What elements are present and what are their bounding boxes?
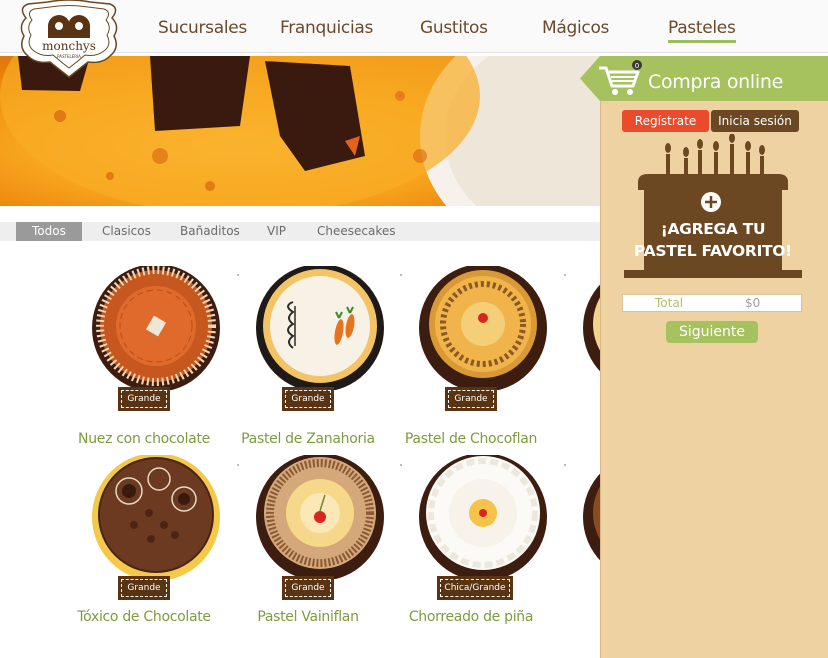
nav-sucursales[interactable]: Sucursales <box>158 18 247 38</box>
product-name[interactable]: Pastel de Chocoflan <box>386 429 556 449</box>
nav-pasteles[interactable]: Pasteles <box>668 18 736 43</box>
grid-dot <box>564 274 566 276</box>
promo-line-2: PASTEL FAVORITO! <box>634 242 792 260</box>
product-name[interactable]: Pastel de Zanahoria <box>223 429 393 449</box>
total-label: Total <box>655 296 684 310</box>
size-badge: Grande <box>118 576 170 600</box>
top-header: Sucursales Franquicias Gustitos Mágicos … <box>0 0 828 53</box>
cake-image <box>419 266 547 390</box>
page-root: Sucursales Franquicias Gustitos Mágicos … <box>0 0 828 658</box>
size-badge: Grande <box>445 387 497 411</box>
size-badge: Grande <box>282 387 334 411</box>
nav-franquicias[interactable]: Franquicias <box>280 18 373 38</box>
product-name[interactable]: Nuez con chocolate <box>59 429 229 449</box>
filter-vip[interactable]: VIP <box>267 222 286 241</box>
grid-dot <box>400 274 402 276</box>
nav-magicos[interactable]: Mágicos <box>542 18 609 38</box>
filter-cheesecakes[interactable]: Cheesecakes <box>317 222 396 241</box>
login-button[interactable]: Inicia sesión <box>711 110 799 132</box>
add-cake-promo: ¡AGREGA TU PASTEL FAVORITO! <box>632 218 794 262</box>
cake-image <box>256 455 384 579</box>
svg-text:PASTELERIA: PASTELERIA <box>57 54 81 59</box>
filter-clasicos[interactable]: Clasicos <box>102 222 151 241</box>
register-button[interactable]: Regístrate <box>622 110 709 132</box>
cake-image <box>92 455 220 579</box>
size-badge: Grande <box>282 576 334 600</box>
promo-line-1: ¡AGREGA TU <box>660 220 766 238</box>
grid-dot <box>237 274 239 276</box>
product-name[interactable]: Tóxico de Chocolate <box>59 607 229 627</box>
logo-wordmark: monchys <box>42 39 96 53</box>
total-value: $0 <box>745 296 761 310</box>
cake-image <box>92 266 220 390</box>
grid-dot <box>400 464 402 466</box>
size-badge: Grande <box>118 387 170 411</box>
filter-banaditos[interactable]: Bañaditos <box>180 222 240 241</box>
filter-todos[interactable]: Todos <box>16 222 82 241</box>
size-badge: Chica/Grande <box>437 576 513 600</box>
hero-banner <box>0 56 600 206</box>
cake-image <box>256 266 384 390</box>
grid-dot <box>237 464 239 466</box>
monchys-logo[interactable]: monchys PASTELERIA <box>18 0 120 78</box>
grid-dot <box>564 464 566 466</box>
shopping-cart-icon[interactable]: 0 <box>597 60 645 98</box>
category-filter-bar: Todos Clasicos Bañaditos VIP Cheesecakes <box>0 222 600 241</box>
cake-image <box>419 455 547 579</box>
product-name[interactable]: Chorreado de piña <box>386 607 556 627</box>
product-name[interactable]: Pastel Vainiflan <box>223 607 393 627</box>
panel-title: Compra online <box>648 71 784 93</box>
cart-count: 0 <box>635 62 639 70</box>
nav-gustitos[interactable]: Gustitos <box>420 18 488 38</box>
next-button[interactable]: Siguiente <box>666 321 758 343</box>
total-field: Total $0 <box>622 294 802 312</box>
